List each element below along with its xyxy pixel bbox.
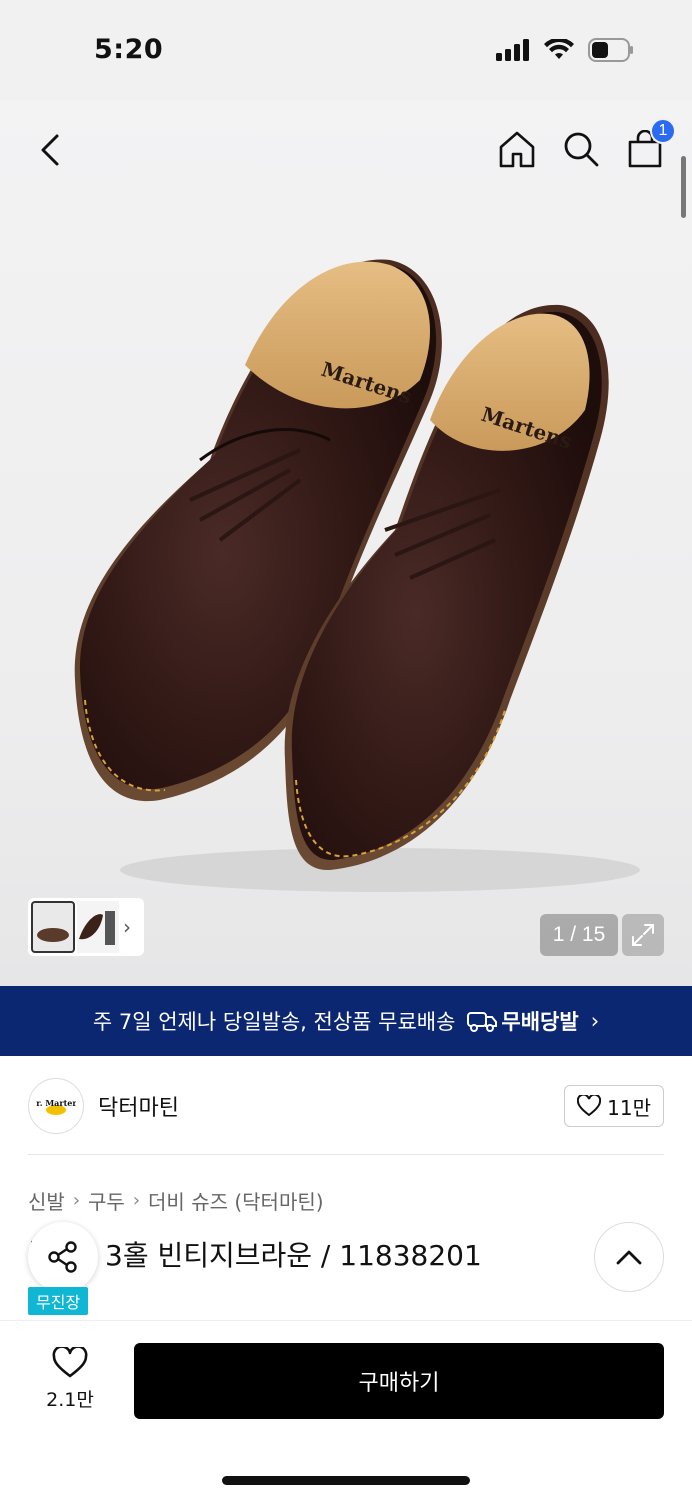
chevron-left-icon xyxy=(41,134,59,166)
product-title: 3홀 빈티지브라운 / 11838201 xyxy=(105,1239,482,1272)
breadcrumb: 신발 › 구두 › 더비 슈즈 (닥터마틴) xyxy=(28,1186,324,1215)
scroll-indicator[interactable] xyxy=(681,156,686,218)
home-indicator xyxy=(222,1476,470,1485)
brand-name[interactable]: 닥터마틴 xyxy=(98,1090,179,1122)
search-button[interactable] xyxy=(560,128,602,170)
share-button[interactable] xyxy=(28,1222,98,1292)
bottom-action-bar: 2.1만 구매하기 xyxy=(0,1320,692,1500)
search-icon xyxy=(564,132,599,167)
image-page-counter: 1 / 15 xyxy=(540,914,618,956)
status-time: 5:20 xyxy=(94,34,164,65)
expand-icon xyxy=(632,924,654,946)
brand-like-count: 11만 xyxy=(607,1095,651,1120)
promo-brand: 무배당발 xyxy=(467,1006,579,1036)
heart-icon xyxy=(52,1347,88,1378)
breadcrumb-separator-icon: › xyxy=(72,1190,81,1211)
cart-button[interactable]: 1 xyxy=(624,118,676,170)
battery-icon xyxy=(588,38,634,66)
heart-icon xyxy=(577,1095,602,1117)
shipping-promo-banner[interactable]: 주 7일 언제나 당일발송, 전상품 무료배송 무배당발 › xyxy=(0,986,692,1056)
status-icons xyxy=(496,37,634,66)
thumbnail-image[interactable] xyxy=(31,901,75,953)
brand-logo-text: Dr. Martens xyxy=(36,1098,76,1108)
wishlist-count: 2.1만 xyxy=(46,1389,94,1411)
brand-like-button[interactable]: 11만 xyxy=(564,1085,664,1127)
breadcrumb-item[interactable]: 더비 슈즈 (닥터마틴) xyxy=(148,1186,324,1215)
brand-logo[interactable]: Dr. Martens xyxy=(28,1078,84,1134)
chevron-up-icon xyxy=(616,1250,642,1265)
thumbnail-strip[interactable]: › xyxy=(28,898,144,956)
thumbnail-image[interactable] xyxy=(77,901,119,953)
divider xyxy=(28,1154,664,1155)
scroll-to-top-button[interactable] xyxy=(594,1222,664,1292)
brand-row: Dr. Martens 닥터마틴 11만 xyxy=(28,1078,664,1134)
wishlist-button[interactable]: 2.1만 xyxy=(40,1347,100,1412)
product-image-gallery[interactable]: Martens Martens 1 › 1 / 15 xyxy=(0,100,692,986)
back-button[interactable] xyxy=(30,130,70,170)
top-nav-actions: 1 xyxy=(496,118,676,170)
promo-text: 주 7일 언제나 당일발송, 전상품 무료배송 xyxy=(92,1010,456,1034)
chevron-right-icon: › xyxy=(123,915,131,939)
wifi-icon xyxy=(544,37,574,65)
breadcrumb-separator-icon: › xyxy=(132,1190,141,1211)
signal-icon xyxy=(496,39,530,65)
delivery-truck-icon xyxy=(467,1012,498,1032)
store-tag: 무진장 xyxy=(28,1287,89,1315)
cart-count-badge: 1 xyxy=(650,118,676,144)
product-image: Martens Martens xyxy=(74,259,640,892)
home-button[interactable] xyxy=(496,128,538,170)
breadcrumb-item[interactable]: 구두 xyxy=(88,1186,125,1215)
home-icon xyxy=(499,131,535,168)
share-icon xyxy=(48,1241,77,1273)
buy-button[interactable]: 구매하기 xyxy=(134,1343,664,1419)
promo-brand-label: 무배당발 xyxy=(501,1010,579,1034)
expand-button[interactable] xyxy=(622,914,664,956)
chevron-right-icon: › xyxy=(590,1009,600,1033)
status-bar: 5:20 xyxy=(0,0,692,100)
breadcrumb-item[interactable]: 신발 xyxy=(28,1186,65,1215)
